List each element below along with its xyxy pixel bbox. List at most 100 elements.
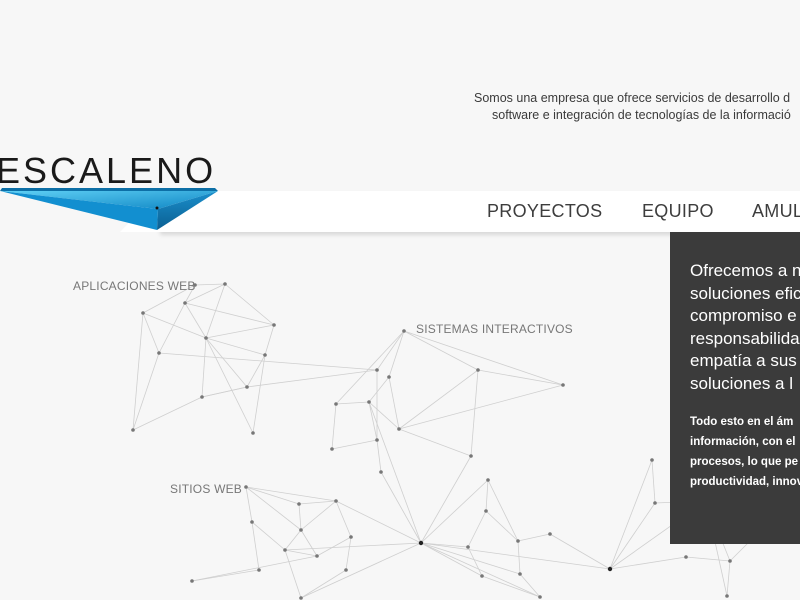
graph-edge — [245, 486, 337, 502]
graph-node — [330, 447, 334, 451]
graph-node — [183, 301, 187, 305]
lead-line: soluciones efic — [690, 283, 800, 303]
graph-edge — [470, 369, 479, 457]
graph-edge — [420, 479, 489, 544]
lead-line: empatía a sus — [690, 351, 797, 370]
graph-node — [263, 353, 267, 357]
detail-line: Todo esto en el ám — [690, 416, 794, 428]
info-panel: Ofrecemos a n soluciones efic compromiso… — [670, 232, 800, 544]
graph-node — [157, 351, 161, 355]
detail-line: productividad, innov — [690, 476, 800, 488]
graph-node — [518, 572, 522, 576]
graph-edge — [403, 330, 479, 371]
graph-edge — [335, 401, 370, 405]
graph-node — [272, 323, 276, 327]
graph-edge — [420, 455, 472, 544]
graph-node — [725, 594, 729, 598]
graph-label-aplicaciones-web: APLICACIONES WEB — [73, 279, 196, 293]
graph-edge — [201, 337, 207, 398]
graph-edge — [132, 312, 144, 431]
detail-line: información, con el — [690, 436, 796, 448]
graph-edge — [651, 459, 656, 504]
graph-node — [397, 427, 401, 431]
graph-edge — [517, 540, 521, 575]
graph-edge — [205, 324, 275, 339]
graph-edge — [609, 556, 687, 570]
graph-node — [257, 568, 261, 572]
graph-edge — [284, 529, 302, 551]
graph-edge — [726, 560, 731, 597]
graph-node — [244, 485, 248, 489]
graph-node — [349, 535, 353, 539]
graph-edge — [300, 569, 347, 599]
graph-edge — [388, 330, 405, 378]
lead-line: soluciones a l — [690, 373, 794, 393]
graph-edge — [376, 330, 405, 371]
graph-edge — [284, 549, 318, 557]
graph-edge — [609, 502, 656, 570]
graph-node — [476, 368, 480, 372]
nav-item-amul[interactable]: AMUL — [752, 201, 800, 222]
graph-edge — [467, 510, 487, 548]
graph-node — [418, 540, 424, 546]
graph-node — [223, 282, 227, 286]
graph-node — [486, 478, 490, 482]
graph-label-sistemas-interactivos: SISTEMAS INTERACTIVOS — [416, 322, 573, 336]
graph-node — [367, 400, 371, 404]
graph-edge — [201, 386, 248, 398]
graph-node — [480, 574, 484, 578]
graph-edge — [132, 396, 203, 431]
graph-node — [375, 438, 379, 442]
logo-triangle-icon[interactable] — [0, 186, 225, 234]
graph-node — [375, 368, 379, 372]
graph-edge — [184, 302, 207, 339]
graph-edge — [517, 533, 551, 542]
graph-node — [561, 383, 565, 387]
graph-node — [334, 499, 338, 503]
lead-line: compromiso e — [690, 306, 797, 325]
detail-line: procesos, lo que pe — [690, 456, 798, 468]
graph-edge — [158, 352, 378, 371]
graph-node — [131, 428, 135, 432]
graph-node — [650, 458, 654, 462]
graph-node — [299, 596, 303, 600]
graph-node — [204, 336, 208, 340]
graph-edge — [403, 330, 564, 386]
graph-node — [466, 545, 470, 549]
graph-edge — [345, 536, 352, 571]
graph-label-sitios-web: SITIOS WEB — [170, 482, 243, 496]
graph-edge — [368, 376, 390, 403]
graph-edge — [191, 555, 318, 582]
graph-node — [344, 568, 348, 572]
graph-edge — [300, 542, 422, 599]
graph-node — [516, 539, 520, 543]
graph-edge — [485, 510, 519, 542]
graph-edge — [609, 459, 653, 570]
graph-node — [299, 528, 303, 532]
graph-edge — [252, 354, 266, 434]
graph-node — [379, 470, 383, 474]
graph-edge — [398, 384, 564, 430]
graph-node — [728, 559, 732, 563]
nav-item-equipo[interactable]: EQUIPO — [642, 201, 714, 222]
graph-edge — [205, 337, 266, 356]
graph-edge — [246, 369, 378, 388]
graph-edge — [194, 283, 226, 286]
graph-edge — [284, 542, 422, 551]
graph-node — [190, 579, 194, 583]
graph-edge — [264, 324, 275, 356]
graph-edge — [251, 521, 286, 551]
graph-edge — [300, 500, 337, 531]
graph-node — [653, 501, 657, 505]
graph-node — [200, 395, 204, 399]
graph-node — [484, 509, 488, 513]
graph-node — [141, 311, 145, 315]
graph-node — [251, 431, 255, 435]
graph-node — [607, 566, 613, 572]
graph-node — [283, 548, 287, 552]
graph-node — [387, 375, 391, 379]
info-panel-detail: Todo esto en el ám información, con el p… — [690, 412, 800, 492]
graph-edge — [142, 312, 207, 339]
graph-edge — [398, 369, 479, 430]
nav-item-proyectos[interactable]: PROYECTOS — [487, 201, 602, 222]
